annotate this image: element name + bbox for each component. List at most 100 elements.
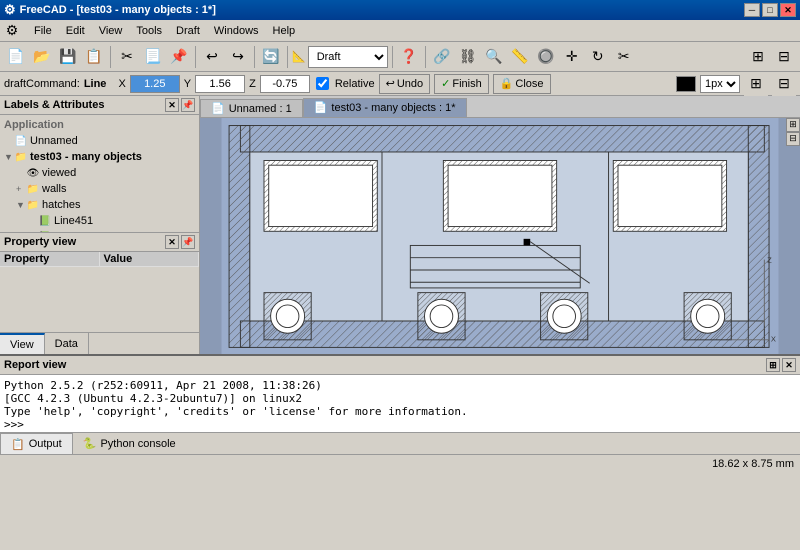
rotate-button[interactable]: ↻ — [586, 45, 610, 69]
corner-buttons[interactable]: ⊟ — [772, 45, 796, 69]
canvas-inner[interactable]: Z X ⊞ ⊟ — [200, 118, 800, 354]
property-header-row: Property Value — [0, 252, 199, 267]
canvas-tabs: 📄 Unnamed : 1 📄 test03 - many objects : … — [200, 96, 800, 118]
cut-button[interactable]: ✂ — [115, 45, 139, 69]
test03-toggle[interactable]: ▼ — [4, 152, 14, 162]
canvas-tab-unnamed[interactable]: 📄 Unnamed : 1 — [200, 99, 303, 117]
viewed-icon: 👁 — [26, 166, 40, 180]
style-expand-button[interactable]: ⊞ — [744, 72, 768, 96]
canvas-tab-test03[interactable]: 📄 test03 - many objects : 1* — [303, 98, 467, 117]
tab-python-console[interactable]: 🐍 Python console — [73, 433, 186, 454]
copy-button[interactable]: 📃 — [141, 45, 165, 69]
canvas-collapse-button[interactable]: ⊟ — [786, 132, 800, 146]
drawing-canvas[interactable]: Z X — [200, 118, 800, 354]
python-icon: 🐍 — [83, 437, 97, 450]
z-input[interactable] — [260, 75, 310, 93]
unnamed-toggle[interactable] — [4, 136, 14, 146]
menu-draft[interactable]: Draft — [170, 23, 206, 39]
line451-label: Line451 — [54, 215, 93, 227]
menu-windows[interactable]: Windows — [208, 23, 265, 39]
property-panel-pin-button[interactable]: 📌 — [181, 235, 195, 249]
tab-view[interactable]: View — [0, 333, 45, 354]
report-panel-expand[interactable]: ⊞ — [766, 358, 780, 372]
paste-button[interactable]: 📌 — [167, 45, 191, 69]
close-cmd-button[interactable]: 🔒 Close — [493, 74, 551, 94]
tab-data[interactable]: Data — [45, 333, 89, 354]
hatches-toggle[interactable]: ▼ — [16, 200, 26, 210]
menu-file[interactable]: File — [28, 23, 58, 39]
tree-panel-title: Labels & Attributes — [4, 99, 104, 111]
walls-icon: 📁 — [26, 182, 40, 196]
snap2-button[interactable]: ⛓ — [456, 45, 480, 69]
save-as-button[interactable]: 📋 — [82, 45, 106, 69]
output-icon: 📋 — [11, 438, 25, 451]
tree-item-unnamed[interactable]: 📄 Unnamed — [4, 133, 195, 149]
lock-icon: 🔒 — [500, 77, 514, 90]
y-input[interactable] — [195, 75, 245, 93]
property-panel-close-button[interactable]: ✕ — [165, 235, 179, 249]
tab-output[interactable]: 📋 Output — [0, 433, 73, 454]
walls-label: walls — [42, 183, 66, 195]
viewed-label: viewed — [42, 167, 76, 179]
command-value: Line — [84, 78, 107, 90]
report-title: Report view — [4, 359, 66, 371]
snap3-button[interactable]: 🔍 — [482, 45, 506, 69]
python-label: Python console — [100, 438, 175, 450]
undo-button[interactable]: ↩ Undo — [379, 74, 431, 94]
redo-toolbar-button[interactable]: ↪ — [226, 45, 250, 69]
style-collapse-button[interactable]: ⊟ — [772, 72, 796, 96]
status-bar: 18.62 x 8.75 mm — [0, 454, 800, 472]
snap5-button[interactable]: 🔘 — [534, 45, 558, 69]
relative-checkbox[interactable] — [316, 77, 329, 90]
maximize-button[interactable]: □ — [762, 3, 778, 17]
property-table: Property Value — [0, 252, 199, 332]
color-picker[interactable] — [676, 76, 696, 92]
trim-button[interactable]: ✂ — [612, 45, 636, 69]
report-line-3: Type 'help', 'copyright', 'credits' or '… — [4, 405, 796, 418]
line451-toggle[interactable] — [28, 216, 38, 226]
menu-tools[interactable]: Tools — [130, 23, 168, 39]
new-button[interactable]: 📄 — [4, 45, 28, 69]
coordinates-display: 18.62 x 8.75 mm — [712, 458, 794, 470]
open-button[interactable]: 📂 — [30, 45, 54, 69]
tree-panel-pin-button[interactable]: 📌 — [181, 98, 195, 112]
minimize-button[interactable]: ─ — [744, 3, 760, 17]
workbench-dropdown[interactable]: Draft — [308, 46, 388, 68]
snap-button[interactable]: 🔗 — [430, 45, 454, 69]
line-width-select[interactable]: 1px 2px — [700, 75, 740, 93]
canvas-expand-button[interactable]: ⊞ — [786, 118, 800, 132]
refresh-button[interactable]: 🔄 — [259, 45, 283, 69]
menu-view[interactable]: View — [93, 23, 129, 39]
tree-item-line451[interactable]: 📗 Line451 — [4, 213, 195, 229]
tree-item-walls[interactable]: + 📁 walls — [4, 181, 195, 197]
property-panel-controls: ✕ 📌 — [165, 235, 195, 249]
snap4-button[interactable]: 📏 — [508, 45, 532, 69]
output-label: Output — [29, 438, 62, 450]
maximize-view-button[interactable]: ⊞ — [746, 45, 770, 69]
walls-toggle[interactable]: + — [16, 184, 26, 194]
tree-item-hatches[interactable]: ▼ 📁 hatches — [4, 197, 195, 213]
toolbar-sep-3 — [254, 46, 255, 68]
save-button[interactable]: 💾 — [56, 45, 80, 69]
toolbar-sep-2 — [195, 46, 196, 68]
x-input[interactable] — [130, 75, 180, 93]
menu-help[interactable]: Help — [267, 23, 302, 39]
window-title: FreeCAD - [test03 - many objects : 1*] — [20, 4, 216, 16]
tree-panel-close-button[interactable]: ✕ — [165, 98, 179, 112]
menu-edit[interactable]: Edit — [60, 23, 91, 39]
finish-button[interactable]: ✓ Finish — [434, 74, 489, 94]
report-line-4: >>> — [4, 418, 796, 431]
help-toolbar-button[interactable]: ❓ — [397, 45, 421, 69]
undo-toolbar-button[interactable]: ↩ — [200, 45, 224, 69]
app-icon: ⚙ — [2, 21, 22, 41]
finish-icon: ✓ — [441, 77, 450, 90]
viewed-toggle[interactable] — [16, 168, 26, 178]
move-button[interactable]: ✛ — [560, 45, 584, 69]
workbench-selector: 📐 Draft — [292, 46, 388, 68]
tree-item-test03[interactable]: ▼ 📁 test03 - many objects — [4, 149, 195, 165]
report-panel-close[interactable]: ✕ — [782, 358, 796, 372]
test03-tab-icon: 📄 — [314, 101, 328, 114]
tree-item-viewed[interactable]: 👁 viewed — [4, 165, 195, 181]
unnamed-tab-icon: 📄 — [211, 102, 225, 115]
close-button[interactable]: ✕ — [780, 3, 796, 17]
